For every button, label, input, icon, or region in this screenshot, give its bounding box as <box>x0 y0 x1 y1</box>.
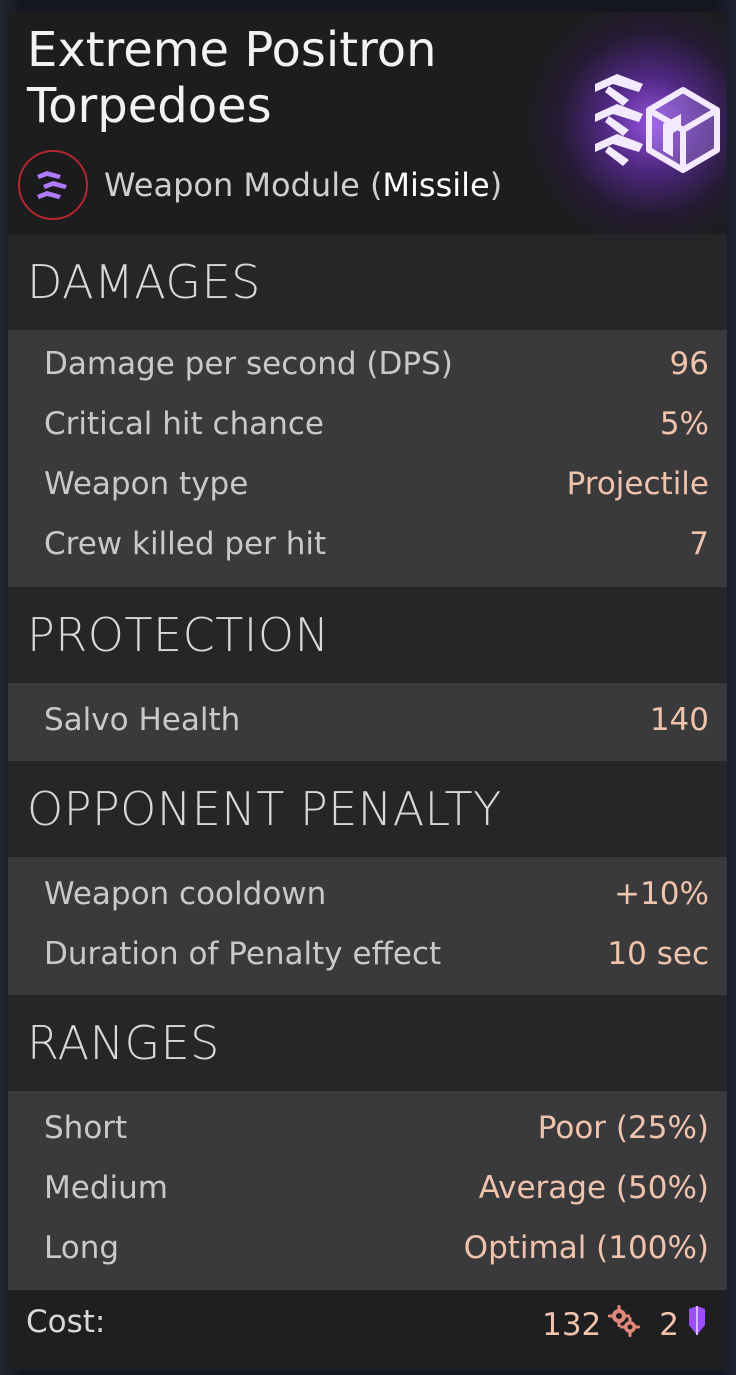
class-highlight: Missile <box>382 166 490 204</box>
gears-icon <box>607 1304 641 1346</box>
item-header: Extreme Positron Torpedoes Weapon Module… <box>8 12 727 234</box>
crystal-icon <box>685 1305 709 1345</box>
stat-row: Salvo Health 140 <box>44 690 709 750</box>
item-class-row: Weapon Module (Missile) <box>18 148 502 222</box>
item-title-line1: Extreme Positron <box>27 22 437 78</box>
section-header-ranges: RANGES <box>8 995 727 1091</box>
section-title-damages: DAMAGES <box>27 255 261 309</box>
section-header-penalty: OPPONENT PENALTY <box>8 761 727 857</box>
stat-value: Average (50%) <box>478 1170 709 1206</box>
item-class-label: Weapon Module (Missile) <box>104 166 502 204</box>
cost-bar: Cost: 132 2 <box>8 1290 727 1370</box>
stat-label: Long <box>44 1230 120 1266</box>
parts-amount: 132 <box>542 1307 602 1343</box>
missile-icon <box>18 150 88 220</box>
section-header-protection: PROTECTION <box>8 587 727 683</box>
stat-value: +10% <box>614 876 709 912</box>
stat-row: Short Poor (25%) <box>44 1098 709 1158</box>
item-title-line2: Torpedoes <box>27 78 272 134</box>
stat-label: Salvo Health <box>44 702 241 738</box>
missile-glyph-icon <box>37 171 67 199</box>
stat-row: Critical hit chance 5% <box>44 394 709 454</box>
stat-label: Crew killed per hit <box>44 526 327 562</box>
stat-row: Crew killed per hit 7 <box>44 514 709 574</box>
stat-label: Weapon cooldown <box>44 876 327 912</box>
stat-row: Medium Average (50%) <box>44 1158 709 1218</box>
stat-value: Projectile <box>566 466 709 502</box>
missile-module-icon <box>595 74 720 173</box>
section-title-ranges: RANGES <box>27 1016 220 1070</box>
stat-value: Poor (25%) <box>537 1110 709 1146</box>
stat-row: Damage per second (DPS) 96 <box>44 334 709 394</box>
stat-label: Damage per second (DPS) <box>44 346 453 382</box>
stat-row: Long Optimal (100%) <box>44 1218 709 1278</box>
class-prefix: Weapon Module ( <box>104 166 383 204</box>
section-body-protection: Salvo Health 140 <box>8 683 727 761</box>
crystal-amount: 2 <box>659 1307 679 1343</box>
section-body-damages: Damage per second (DPS) 96 Critical hit … <box>8 330 727 587</box>
stat-label: Critical hit chance <box>44 406 324 442</box>
stat-row: Weapon type Projectile <box>44 454 709 514</box>
class-suffix: ) <box>489 166 503 204</box>
section-header-damages: DAMAGES <box>8 234 727 330</box>
section-title-penalty: OPPONENT PENALTY <box>27 782 502 836</box>
cost-label: Cost: <box>26 1304 106 1340</box>
stat-value: 10 sec <box>607 936 709 972</box>
stat-label: Short <box>44 1110 128 1146</box>
cost-values: 132 2 <box>542 1304 709 1346</box>
item-tooltip-panel: Extreme Positron Torpedoes Weapon Module… <box>8 12 727 1370</box>
stat-value: 7 <box>689 526 709 562</box>
section-title-protection: PROTECTION <box>27 608 330 662</box>
stat-row: Weapon cooldown +10% <box>44 864 709 924</box>
stat-row: Duration of Penalty effect 10 sec <box>44 924 709 984</box>
stat-label: Duration of Penalty effect <box>44 936 442 972</box>
section-body-penalty: Weapon cooldown +10% Duration of Penalty… <box>8 857 727 995</box>
stat-value: 5% <box>659 406 709 442</box>
stat-label: Medium <box>44 1170 168 1206</box>
section-body-ranges: Short Poor (25%) Medium Average (50%) Lo… <box>8 1091 727 1290</box>
item-title: Extreme Positron Torpedoes <box>27 22 547 134</box>
stat-label: Weapon type <box>44 466 249 502</box>
stat-value: 96 <box>669 346 709 382</box>
stat-value: Optimal (100%) <box>463 1230 709 1266</box>
stat-value: 140 <box>649 702 709 738</box>
